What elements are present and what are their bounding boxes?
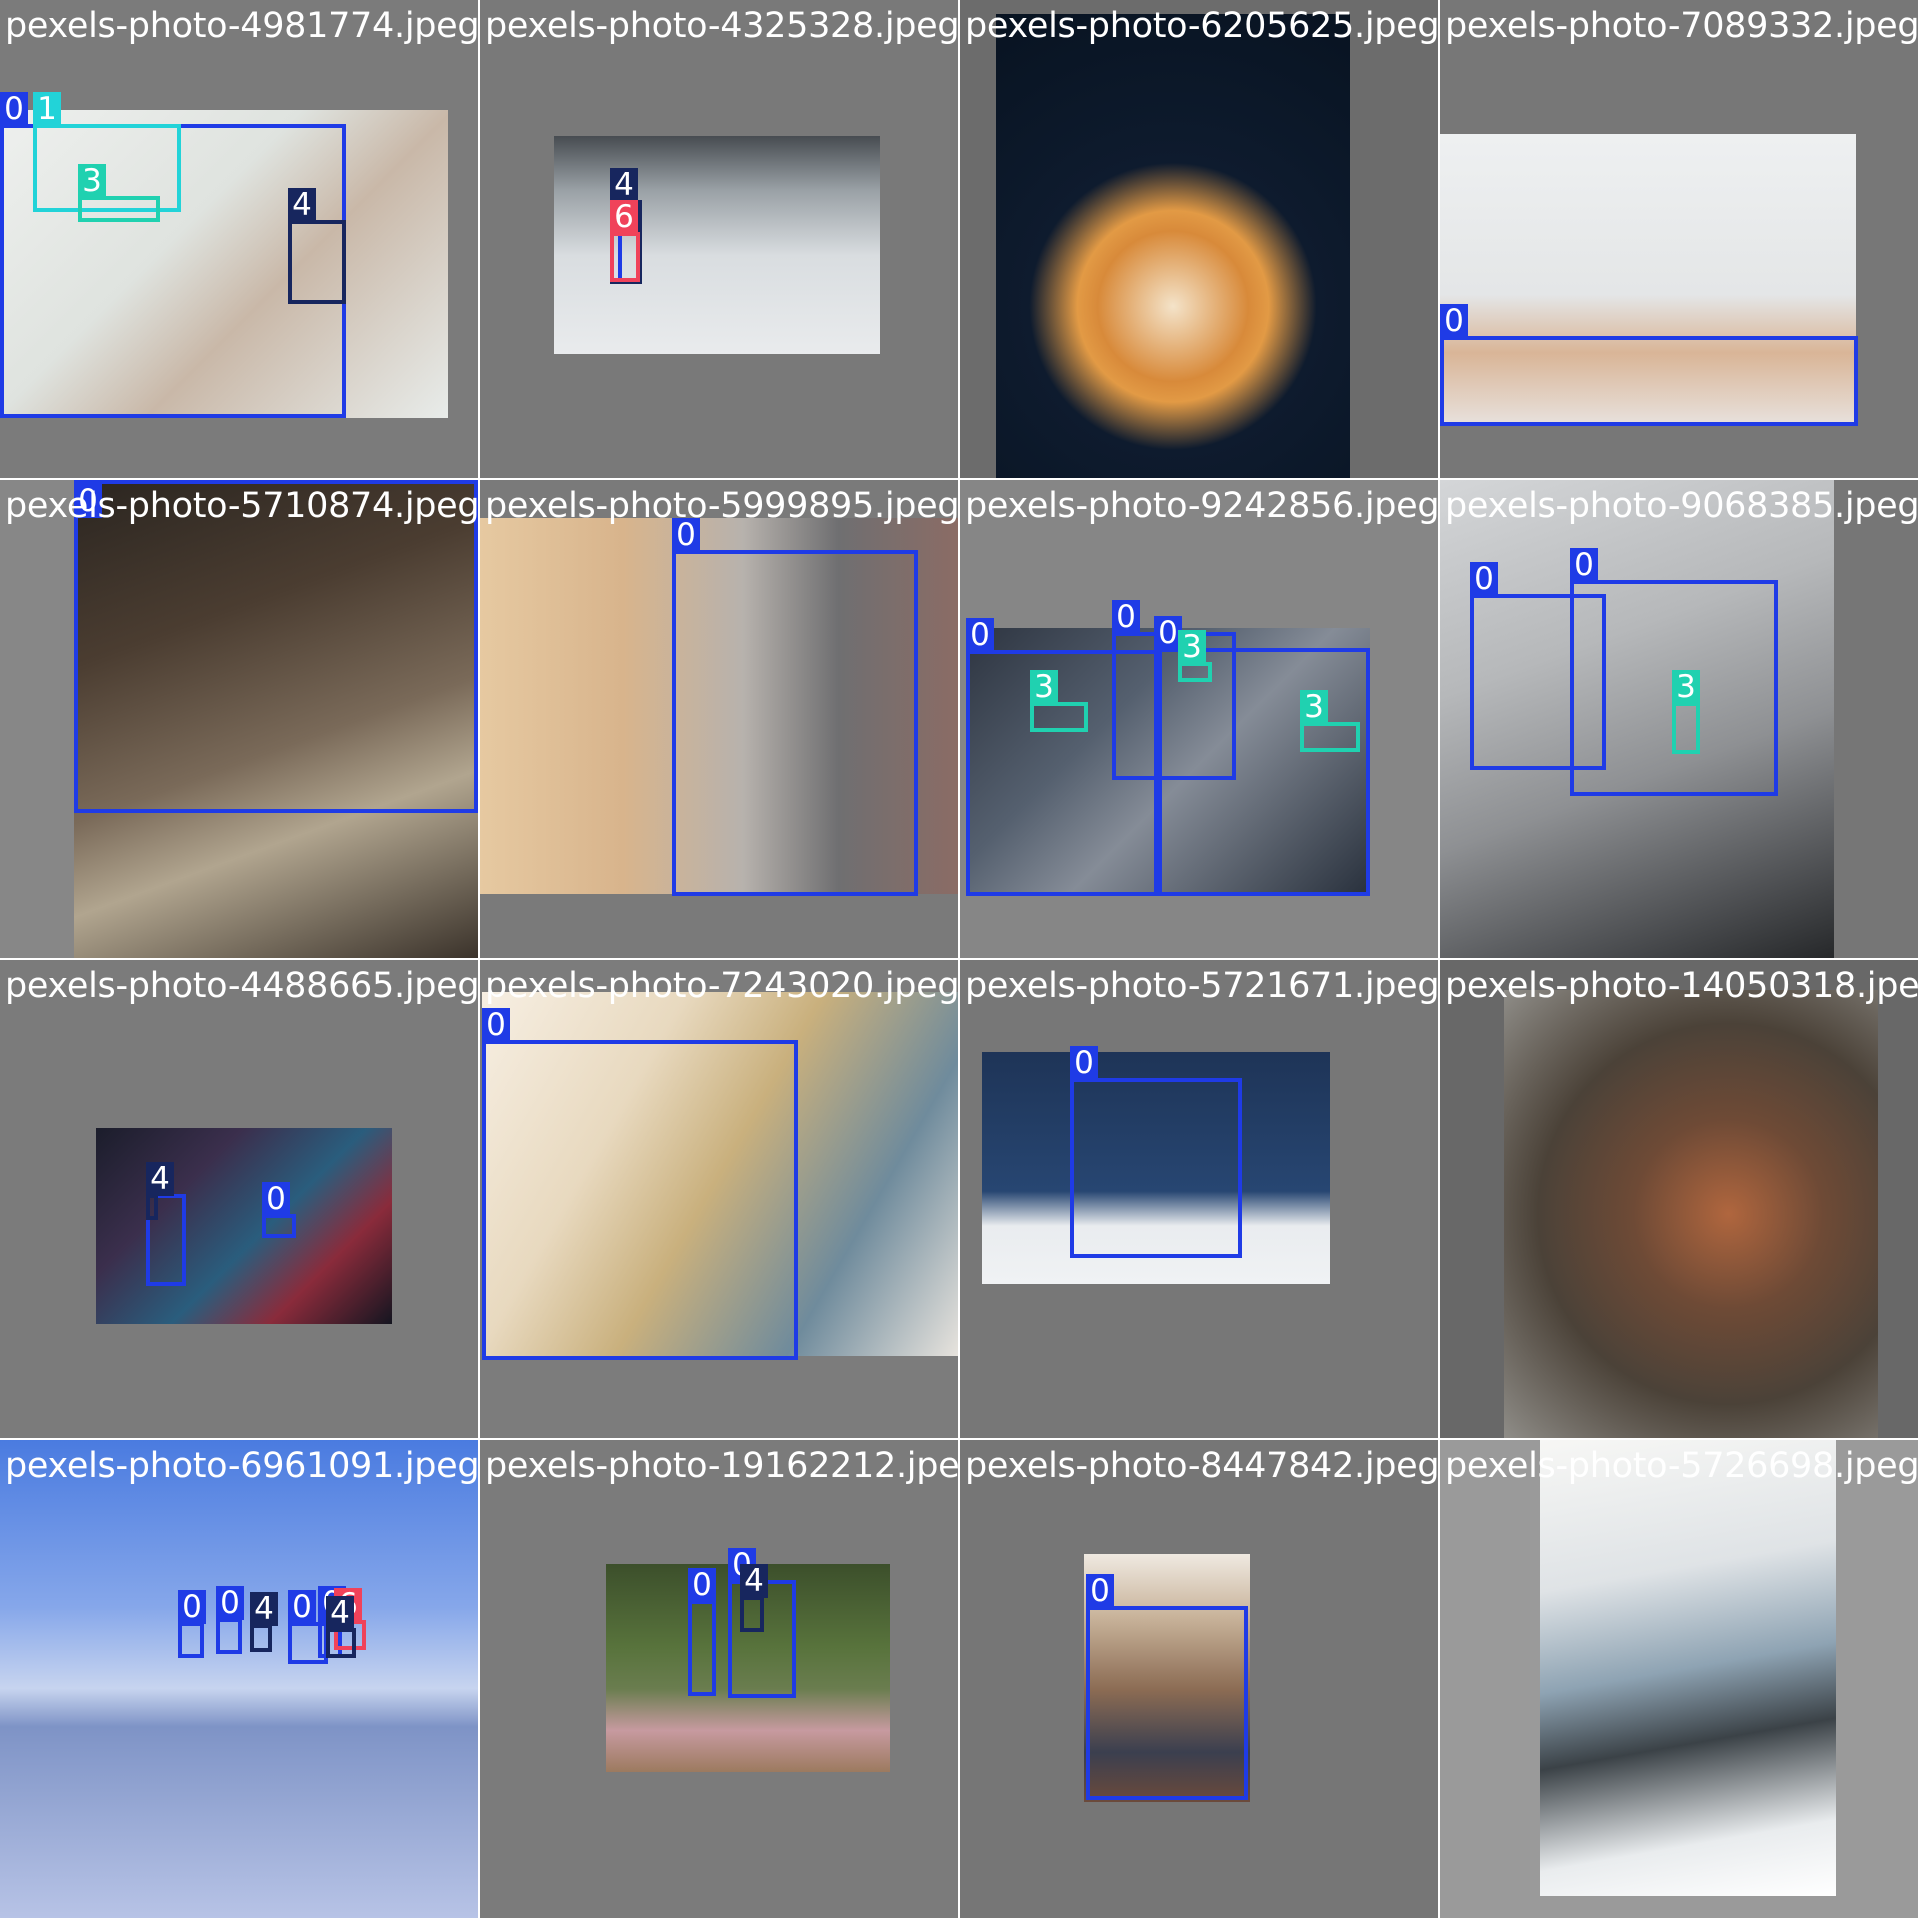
class-label: 0 bbox=[1112, 600, 1140, 634]
detection-box: 0 bbox=[262, 1182, 296, 1238]
image-tile[interactable]: pexels-photo-5710874.jpeg 0 bbox=[0, 480, 478, 958]
class-label: 3 bbox=[1030, 670, 1058, 704]
detection-box: 4 bbox=[740, 1564, 768, 1632]
class-label: 0 bbox=[1086, 1574, 1114, 1608]
class-label: 4 bbox=[740, 1564, 768, 1598]
detection-box: 4 bbox=[326, 1596, 356, 1658]
photo bbox=[0, 1440, 478, 1918]
detection-box: 3 bbox=[78, 164, 160, 222]
image-filename: pexels-photo-6205625.jpeg bbox=[965, 6, 1438, 46]
image-filename: pexels-photo-5710874.jpeg bbox=[5, 486, 478, 526]
image-tile[interactable]: pexels-photo-6961091.jpeg0040064 bbox=[0, 1440, 478, 1918]
image-filename: pexels-photo-7243020.jpeg bbox=[485, 966, 958, 1006]
detection-box: 3 bbox=[1178, 630, 1212, 682]
photo bbox=[1504, 990, 1878, 1438]
class-label: 0 bbox=[1440, 304, 1468, 338]
class-label: 3 bbox=[1672, 670, 1700, 704]
class-label: 3 bbox=[1300, 690, 1328, 724]
class-label: 4 bbox=[288, 188, 316, 222]
detection-box: 0 bbox=[1440, 304, 1858, 426]
detection-box: 0 bbox=[482, 1008, 798, 1360]
detection-box: 3 bbox=[1030, 670, 1088, 732]
detection-box: 0 bbox=[672, 518, 918, 896]
class-label: 1 bbox=[33, 92, 61, 126]
class-label: 0 bbox=[966, 618, 994, 652]
image-tile[interactable]: pexels-photo-4488665.jpeg040 bbox=[0, 960, 478, 1438]
image-tile[interactable]: pexels-photo-5999895.jpeg 0 bbox=[480, 480, 958, 958]
detection-box: 3 bbox=[1672, 670, 1700, 754]
class-label: 0 bbox=[178, 1590, 206, 1624]
detection-box: 4 bbox=[146, 1162, 174, 1220]
class-label: 0 bbox=[216, 1586, 244, 1620]
image-filename: pexels-photo-8447842.jpeg bbox=[965, 1446, 1438, 1486]
class-label: 4 bbox=[250, 1592, 278, 1626]
detection-box: 0 bbox=[216, 1586, 244, 1654]
class-label: 4 bbox=[146, 1162, 174, 1196]
image-filename: pexels-photo-5999895.jpeg bbox=[485, 486, 958, 526]
detection-box: 0 bbox=[688, 1568, 716, 1696]
detection-box: 0 bbox=[1154, 616, 1370, 896]
image-filename: pexels-photo-9242856.jpeg bbox=[965, 486, 1438, 526]
photo bbox=[996, 14, 1350, 478]
class-label: 6 bbox=[610, 200, 638, 234]
class-label: 3 bbox=[1178, 630, 1206, 664]
image-tile[interactable]: pexels-photo-8447842.jpeg 0 bbox=[960, 1440, 1438, 1918]
image-tile[interactable]: pexels-photo-6205625.jpeg bbox=[960, 0, 1438, 478]
image-filename: pexels-photo-7089332.jpeg bbox=[1445, 6, 1918, 46]
image-tile[interactable]: pexels-photo-14050318.jpeg bbox=[1440, 960, 1918, 1438]
detection-box: 0 bbox=[1086, 1574, 1248, 1800]
photo bbox=[554, 136, 880, 354]
class-label: 0 bbox=[262, 1182, 290, 1216]
image-tile[interactable]: pexels-photo-4981774.jpeg 0 1 3 4 bbox=[0, 0, 478, 478]
image-tile[interactable]: pexels-photo-7089332.jpeg 0 bbox=[1440, 0, 1918, 478]
image-filename: pexels-photo-5721671.jpeg bbox=[965, 966, 1438, 1006]
image-filename: pexels-photo-9068385.jpeg bbox=[1445, 486, 1918, 526]
class-label: 4 bbox=[610, 168, 638, 202]
image-tile[interactable]: pexels-photo-5726698.jpeg bbox=[1440, 1440, 1918, 1918]
image-tile[interactable]: pexels-photo-19162212.jpeg004 bbox=[480, 1440, 958, 1918]
class-label: 0 bbox=[1570, 548, 1598, 582]
detection-box: 0 bbox=[1070, 1046, 1242, 1258]
photo bbox=[1540, 1440, 1836, 1896]
image-filename: pexels-photo-4488665.jpeg bbox=[5, 966, 478, 1006]
image-filename: pexels-photo-14050318.jpeg bbox=[1445, 966, 1918, 1006]
class-label: 0 bbox=[0, 92, 28, 126]
image-tile[interactable]: pexels-photo-5721671.jpeg 0 bbox=[960, 960, 1438, 1438]
detection-box: 6 bbox=[610, 200, 640, 282]
class-label: 0 bbox=[1070, 1046, 1098, 1080]
detection-box: 4 bbox=[250, 1592, 278, 1652]
image-tile[interactable]: pexels-photo-7243020.jpeg 0 bbox=[480, 960, 958, 1438]
image-tile[interactable]: pexels-photo-4325328.jpeg046 bbox=[480, 0, 958, 478]
detection-box: 0 bbox=[178, 1590, 206, 1658]
image-filename: pexels-photo-4325328.jpeg bbox=[485, 6, 958, 46]
image-filename: pexels-photo-4981774.jpeg bbox=[5, 6, 478, 46]
image-tile[interactable]: pexels-photo-9242856.jpeg 0 0 0 3 3 3 bbox=[960, 480, 1438, 958]
photo bbox=[96, 1128, 392, 1324]
image-tile[interactable]: pexels-photo-9068385.jpeg 0 0 3 bbox=[1440, 480, 1918, 958]
image-filename: pexels-photo-6961091.jpeg bbox=[5, 1446, 478, 1486]
class-label: 4 bbox=[326, 1596, 354, 1630]
class-label: 0 bbox=[1470, 562, 1498, 596]
class-label: 0 bbox=[288, 1590, 316, 1624]
class-label: 0 bbox=[482, 1008, 510, 1042]
image-filename: pexels-photo-5726698.jpeg bbox=[1445, 1446, 1918, 1486]
class-label: 3 bbox=[78, 164, 106, 198]
detection-box: 4 bbox=[288, 188, 346, 304]
detection-box: 3 bbox=[1300, 690, 1360, 752]
image-filename: pexels-photo-19162212.jpeg bbox=[485, 1446, 958, 1486]
mosaic-grid: pexels-photo-4981774.jpeg 0 1 3 4 pexels-phot… bbox=[0, 0, 1920, 1920]
class-label: 0 bbox=[688, 1568, 716, 1602]
